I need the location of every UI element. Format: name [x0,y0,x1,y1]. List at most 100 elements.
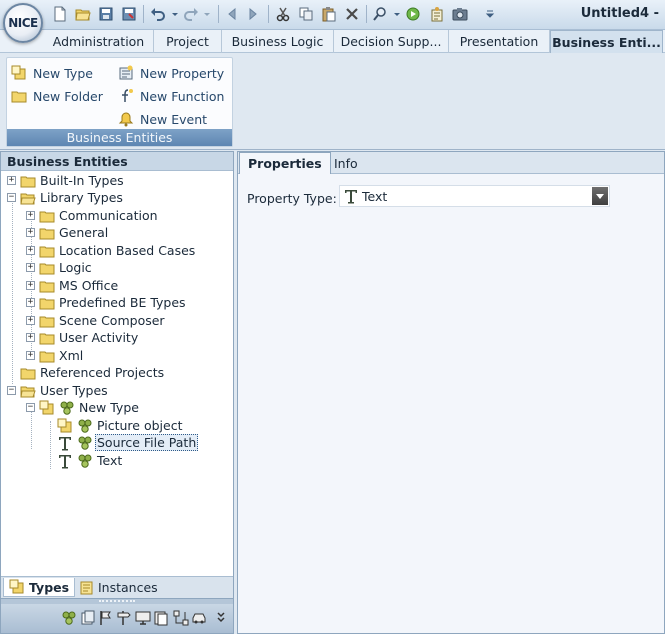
text-type-icon [57,435,73,451]
tab-presentation[interactable]: Presentation [449,30,550,53]
tree-node-xml[interactable]: + Xml [26,347,83,364]
expand-toggle[interactable]: + [26,281,35,290]
collapse-toggle[interactable]: − [26,403,35,412]
tree-node-general[interactable]: + General [26,224,108,241]
forward-arrow-icon[interactable] [245,6,261,22]
new-folder-button[interactable]: New Folder [11,86,103,106]
app-logo-text: NICE [8,16,38,30]
new-property-button[interactable]: New Property [118,63,224,83]
expand-toggle[interactable]: + [26,228,35,237]
new-folder-label: New Folder [33,88,103,104]
cut-icon[interactable] [275,6,291,22]
tree-node-location-based-cases[interactable]: + Location Based Cases [26,242,195,259]
layers-icon[interactable] [153,610,169,626]
back-arrow-icon[interactable] [224,6,240,22]
tree-node-new-type[interactable]: − New Type [26,399,139,416]
tree-guide-line [50,421,51,469]
tab-business-entities[interactable]: Business Enti... [550,30,663,53]
tree-node-communication[interactable]: + Communication [26,207,158,224]
hierarchy-icon[interactable] [173,610,189,626]
build-icon[interactable] [429,6,445,22]
customize-dropdown-icon[interactable] [482,6,498,22]
users-icon [59,400,75,416]
tree-node-label: Built-In Types [40,173,124,188]
tree-node-source-file-path[interactable]: Source File Path [57,434,199,451]
monitor-icon[interactable] [135,610,151,626]
folder-icon [39,225,55,241]
ribbon-tab-bar: Administration Project Business Logic De… [0,30,665,53]
tab-types[interactable]: Types [3,578,76,597]
tree-guide-line [12,199,13,384]
search-dropdown-icon[interactable] [389,6,405,22]
delete-icon[interactable] [344,6,360,22]
collapse-toggle[interactable]: − [7,193,16,202]
overflow-chevron-icon[interactable] [213,610,225,626]
expand-toggle[interactable]: + [26,333,35,342]
open-folder-icon[interactable] [75,6,91,22]
tree-node-label: Logic [59,260,92,275]
dropdown-arrow-icon[interactable] [592,187,608,205]
tree-node-text[interactable]: Text [57,452,122,469]
new-function-button[interactable]: New Function [118,86,224,106]
app-logo-button[interactable]: NICE [3,3,43,43]
tab-project[interactable]: Project [154,30,222,53]
flag-icon[interactable] [98,610,114,626]
save-as-icon[interactable] [121,6,137,22]
tab-administration[interactable]: Administration [44,30,154,53]
new-event-icon [118,112,134,127]
new-type-button[interactable]: New Type [11,63,93,83]
tree-node-built-in-types[interactable]: + Built-In Types [7,172,124,189]
tab-info[interactable]: Info [326,152,366,174]
search-icon[interactable] [372,6,388,22]
users-icon [77,418,93,434]
collapse-toggle[interactable]: − [7,386,16,395]
tab-decision-support[interactable]: Decision Supp... [334,30,449,53]
entity-type-icon [39,400,55,416]
users-icon[interactable] [61,610,77,626]
tab-properties[interactable]: Properties [239,152,331,174]
new-property-label: New Property [140,65,225,81]
tree-node-user-types[interactable]: − User Types [7,382,108,399]
expand-toggle[interactable]: + [26,263,35,272]
undo-icon[interactable] [150,6,166,22]
car-icon[interactable] [191,610,207,626]
tree-node-predefined-be-types[interactable]: + Predefined BE Types [26,294,186,311]
redo-icon[interactable] [183,6,199,22]
copy-icon[interactable] [298,6,314,22]
new-event-button[interactable]: New Event [118,109,207,129]
new-document-icon[interactable] [52,6,68,22]
splitter-grip[interactable] [99,600,135,602]
property-type-select[interactable]: Text [339,185,610,207]
tree-node-logic[interactable]: + Logic [26,259,92,276]
paste-icon[interactable] [321,6,337,22]
tab-business-logic[interactable]: Business Logic [222,30,334,53]
folder-icon [39,260,55,276]
tab-instances[interactable]: Instances [73,578,163,597]
tree-node-picture-object[interactable]: Picture object [57,417,182,434]
save-icon[interactable] [98,6,114,22]
expand-toggle[interactable]: + [7,176,16,185]
redo-dropdown-icon[interactable] [199,6,215,22]
expand-toggle[interactable]: + [26,211,35,220]
undo-dropdown-icon[interactable] [167,6,183,22]
tree-node-scene-composer[interactable]: + Scene Composer [26,312,165,329]
new-folder-icon [11,91,27,103]
signpost-icon[interactable] [116,610,132,626]
expand-toggle[interactable]: + [26,246,35,255]
camera-icon[interactable] [452,6,468,22]
tree-node-library-types[interactable]: − Library Types [7,189,123,206]
text-type-icon [57,453,73,469]
document-stack-icon[interactable] [80,610,96,626]
expand-toggle[interactable]: + [26,351,35,360]
expand-toggle[interactable]: + [26,316,35,325]
property-type-label: Property Type: [247,190,337,206]
tree-node-label: General [59,225,109,240]
tree-node-user-activity[interactable]: + User Activity [26,329,138,346]
run-icon[interactable] [405,6,421,22]
tree-node-referenced-projects[interactable]: Referenced Projects [20,364,164,381]
tree-node-label: User Activity [59,330,139,345]
text-type-icon [345,190,357,204]
tree-node-ms-office[interactable]: + MS Office [26,277,118,294]
folder-icon [39,295,55,311]
expand-toggle[interactable]: + [26,298,35,307]
